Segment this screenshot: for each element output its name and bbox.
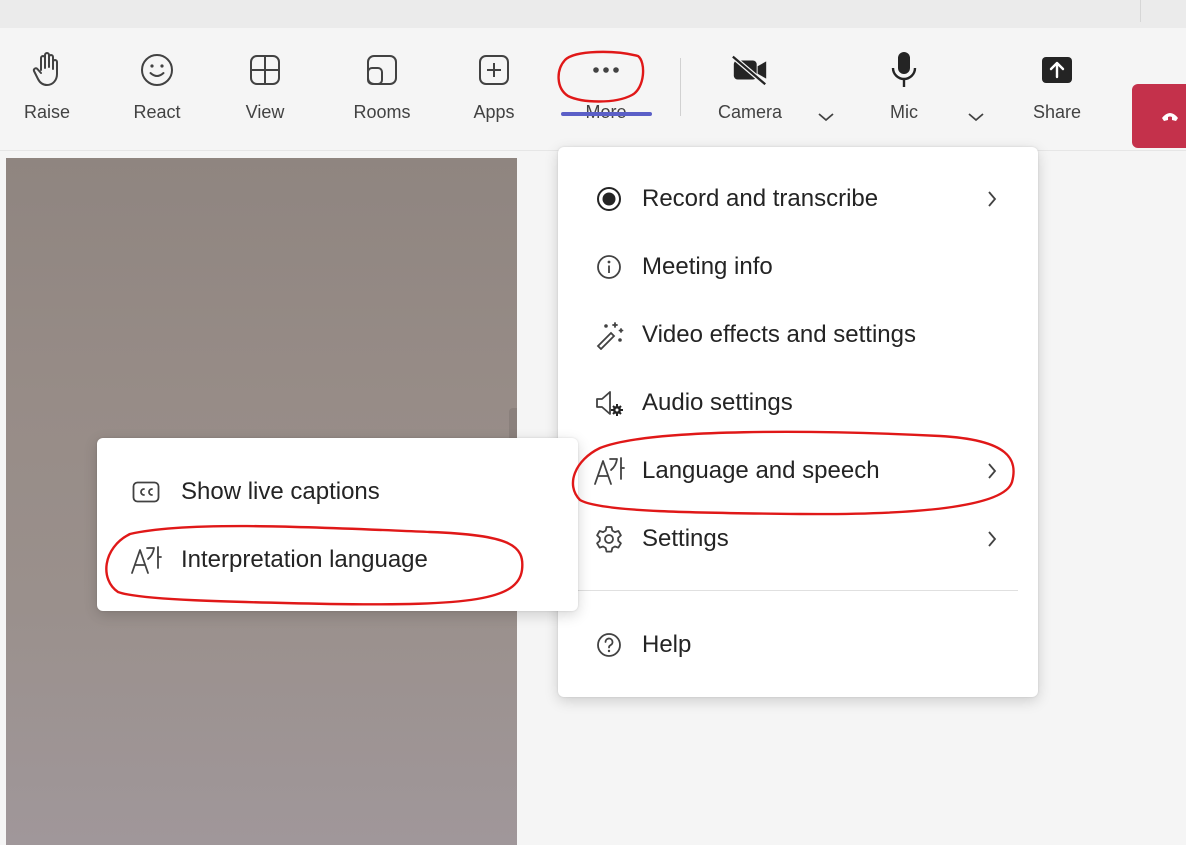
- raise-hand-icon: [27, 50, 67, 90]
- language-icon: [592, 454, 626, 488]
- more-active-indicator: [561, 112, 652, 116]
- mic-icon: [884, 50, 924, 90]
- info-icon: [592, 250, 626, 284]
- view-label: View: [245, 102, 285, 122]
- view-button[interactable]: View: [230, 50, 300, 140]
- hang-up-icon: [1162, 113, 1178, 121]
- more-button[interactable]: More: [571, 50, 641, 140]
- mic-options-chevron[interactable]: [963, 106, 989, 128]
- menu-item-record-and-transcribe[interactable]: Record and transcribe: [558, 169, 1038, 229]
- captions-icon: [129, 475, 163, 509]
- menu-item-label: Language and speech: [642, 457, 880, 484]
- menu-item-label: Settings: [642, 525, 729, 552]
- share-label: Share: [1032, 102, 1082, 122]
- toolbar-separator: [680, 58, 681, 116]
- chevron-right-icon: [982, 459, 1002, 483]
- record-icon: [592, 182, 626, 216]
- menu-item-settings[interactable]: Settings: [558, 509, 1038, 569]
- top-divider: [1140, 0, 1141, 22]
- menu-item-language-and-speech[interactable]: Language and speech: [558, 441, 1038, 501]
- menu-item-label: Help: [642, 631, 692, 658]
- language-icon: [129, 543, 163, 577]
- rooms-icon: [362, 50, 402, 90]
- mic-label: Mic: [890, 102, 918, 122]
- smiley-icon: [137, 50, 177, 90]
- raise-label: Raise: [23, 102, 71, 122]
- menu-divider: [578, 590, 1018, 591]
- help-icon: [592, 628, 626, 662]
- menu-item-label: Audio settings: [642, 389, 793, 416]
- camera-options-chevron[interactable]: [813, 106, 839, 128]
- rooms-button[interactable]: Rooms: [347, 50, 417, 140]
- window-top-strip: [0, 0, 1186, 28]
- more-dots-icon: [586, 50, 626, 90]
- raise-button[interactable]: Raise: [12, 50, 82, 140]
- gear-icon: [592, 522, 626, 556]
- react-label: React: [133, 102, 181, 122]
- language-and-speech-submenu: Show live captions Interpretation langua…: [97, 438, 578, 611]
- camera-button[interactable]: Camera: [715, 50, 785, 140]
- rooms-label: Rooms: [353, 102, 411, 122]
- share-button[interactable]: Share: [1022, 50, 1092, 140]
- menu-item-label: Record and transcribe: [642, 185, 879, 212]
- more-options-menu: Record and transcribe Meeting info Video…: [558, 147, 1038, 697]
- apps-label: Apps: [473, 102, 515, 122]
- speaker-settings-icon: [592, 386, 626, 420]
- menu-item-help[interactable]: Help: [558, 615, 1038, 675]
- submenu-item-label: Interpretation language: [181, 546, 428, 573]
- menu-item-audio-settings[interactable]: Audio settings: [558, 373, 1038, 433]
- share-icon: [1037, 50, 1077, 90]
- submenu-item-interpretation-language[interactable]: Interpretation language: [97, 528, 578, 592]
- leave-call-button[interactable]: [1132, 84, 1186, 148]
- menu-item-label: Video effects and settings: [642, 321, 916, 348]
- mic-button[interactable]: Mic: [869, 50, 939, 140]
- magic-wand-icon: [592, 318, 626, 352]
- apps-button[interactable]: Apps: [459, 50, 529, 140]
- menu-item-meeting-info[interactable]: Meeting info: [558, 237, 1038, 297]
- menu-item-label: Meeting info: [642, 253, 773, 280]
- grid-view-icon: [245, 50, 285, 90]
- submenu-item-label: Show live captions: [181, 478, 380, 505]
- chevron-right-icon: [982, 187, 1002, 211]
- camera-off-icon: [730, 50, 770, 90]
- add-app-icon: [474, 50, 514, 90]
- menu-item-video-effects[interactable]: Video effects and settings: [558, 305, 1038, 365]
- camera-label: Camera: [717, 102, 783, 122]
- submenu-item-show-live-captions[interactable]: Show live captions: [97, 460, 578, 524]
- chevron-right-icon: [982, 527, 1002, 551]
- react-button[interactable]: React: [122, 50, 192, 140]
- meeting-toolbar: Raise React View Rooms Apps Camera Mic S…: [0, 28, 1186, 151]
